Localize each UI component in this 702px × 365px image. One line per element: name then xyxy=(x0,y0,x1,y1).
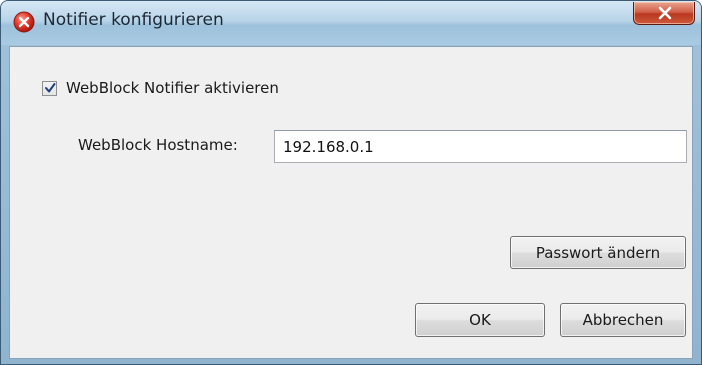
change-password-button[interactable]: Passwort ändern xyxy=(510,236,686,269)
close-button[interactable] xyxy=(633,2,695,25)
error-circle-icon xyxy=(13,11,35,33)
activate-notifier-checkbox[interactable] xyxy=(42,81,57,96)
cancel-button[interactable]: Abbrechen xyxy=(560,303,686,337)
title-bar[interactable]: Notifier konfigurieren xyxy=(1,1,701,45)
window-title: Notifier konfigurieren xyxy=(43,10,224,30)
dialog-content: WebBlock Notifier aktivieren WebBlock Ho… xyxy=(9,46,693,359)
checkmark-icon xyxy=(45,83,56,93)
dialog-window: Notifier konfigurieren WebBlock Notifier… xyxy=(0,0,702,365)
activate-notifier-label[interactable]: WebBlock Notifier aktivieren xyxy=(66,79,279,97)
hostname-label: WebBlock Hostname: xyxy=(78,136,238,154)
hostname-input[interactable] xyxy=(274,130,687,163)
ok-button[interactable]: OK xyxy=(415,303,545,337)
